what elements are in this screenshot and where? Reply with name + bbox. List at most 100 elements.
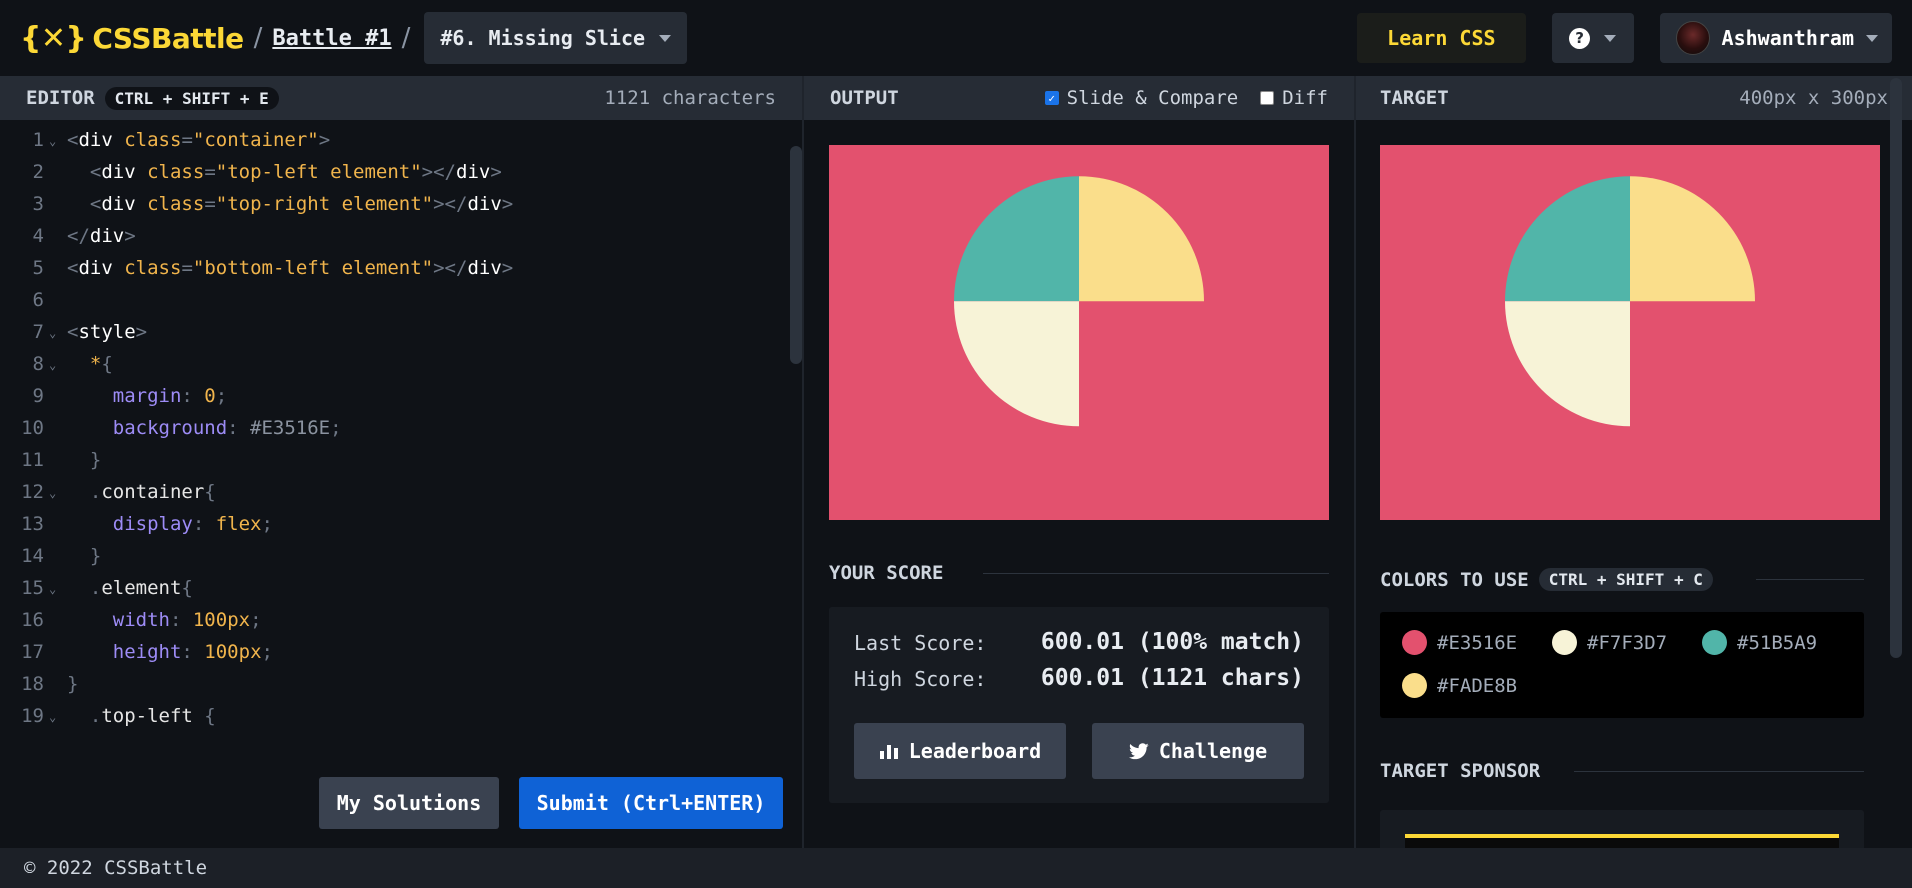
output-header: OUTPUT ✓ Slide & Compare Diff xyxy=(804,76,1354,120)
code-line[interactable]: 17 height: 100px; xyxy=(0,636,780,668)
code-line[interactable]: 10 background: #E3516E; xyxy=(0,412,780,444)
breadcrumb-separator: / xyxy=(253,23,263,53)
color-dot xyxy=(1402,630,1427,655)
last-score-value: 600.01 (100% match) xyxy=(1040,629,1304,655)
fold-chevron-icon[interactable]: ⌄ xyxy=(49,701,56,733)
target-canvas[interactable] xyxy=(1380,145,1880,520)
color-swatch[interactable]: #F7F3D7 xyxy=(1552,630,1667,655)
character-count: 1121 characters xyxy=(604,87,776,109)
line-number: 4 xyxy=(32,225,44,247)
code-line[interactable]: 3 <div class="top-right element"></div> xyxy=(0,188,780,220)
colors-panel: #E3516E #F7F3D7 #51B5A9 #FADE8B xyxy=(1380,612,1864,718)
line-number: 2 xyxy=(32,161,44,183)
challenge-button[interactable]: Challenge xyxy=(1092,723,1304,779)
code-line[interactable]: 13 display: flex; xyxy=(0,508,780,540)
chevron-down-icon xyxy=(1866,34,1878,42)
output-shape xyxy=(954,176,1204,427)
editor-actions: My Solutions Submit (Ctrl+ENTER) xyxy=(0,777,802,829)
code-text: </div> xyxy=(67,225,136,247)
avatar xyxy=(1675,21,1710,55)
code-line[interactable]: 14 } xyxy=(0,540,780,572)
footer: © 2022 CSSBattle xyxy=(0,848,1912,888)
line-number: 19 xyxy=(21,705,44,727)
code-line[interactable]: 16 width: 100px; xyxy=(0,604,780,636)
leaderboard-label: Leaderboard xyxy=(908,739,1042,763)
diff-toggle[interactable]: Diff xyxy=(1260,87,1328,109)
target-select-label: #6. Missing Slice xyxy=(440,26,646,50)
color-swatch[interactable]: #51B5A9 xyxy=(1702,630,1817,655)
high-score-value: 600.01 (1121 chars) xyxy=(1040,665,1304,691)
diff-checkbox[interactable] xyxy=(1260,91,1275,105)
line-number: 15 xyxy=(21,577,44,599)
twitter-icon xyxy=(1128,742,1149,759)
bar-chart-icon xyxy=(879,745,898,759)
page-scrollbar[interactable] xyxy=(1890,78,1902,658)
line-number: 17 xyxy=(21,641,44,663)
code-text: height: 100px; xyxy=(112,641,273,663)
logo-text: CSSBattle xyxy=(92,21,244,55)
chevron-down-icon xyxy=(1604,34,1617,42)
code-text: margin: 0; xyxy=(112,385,228,407)
code-text: <style> xyxy=(67,321,148,343)
code-text: <div class="top-right element"></div> xyxy=(67,193,514,215)
colors-shortcut-badge: CTRL + SHIFT + C xyxy=(1538,568,1713,591)
code-line[interactable]: 11 } xyxy=(0,444,780,476)
editor-scrollbar[interactable] xyxy=(790,146,802,364)
code-text: *{ xyxy=(89,353,113,375)
code-line[interactable]: 8 ⌄ *{ xyxy=(0,348,780,380)
code-editor[interactable]: 1 ⌄ <div class="container"> 2 <div class="t… xyxy=(0,120,802,848)
colors-title: COLORS TO USE CTRL + SHIFT + C xyxy=(1380,568,1713,591)
code-text: } xyxy=(67,545,102,567)
diff-label: Diff xyxy=(1282,87,1328,109)
my-solutions-button[interactable]: My Solutions xyxy=(319,777,499,829)
code-text: width: 100px; xyxy=(112,609,262,631)
line-number: 8 xyxy=(32,353,44,375)
slide-compare-label: Slide & Compare xyxy=(1066,87,1239,109)
breadcrumb-separator: / xyxy=(401,23,411,53)
code-line[interactable]: 9 margin: 0; xyxy=(0,380,780,412)
fold-chevron-icon[interactable]: ⌄ xyxy=(49,349,56,381)
line-number: 18 xyxy=(21,673,44,695)
code-line[interactable]: 7 ⌄ <style> xyxy=(0,316,780,348)
code-text: } xyxy=(67,673,79,695)
sponsor-title: TARGET SPONSOR xyxy=(1380,760,1541,782)
question-icon: ? xyxy=(1569,27,1591,49)
code-text: <div class="container"> xyxy=(67,129,331,151)
panel-divider[interactable] xyxy=(802,76,804,848)
line-number: 16 xyxy=(21,609,44,631)
output-title: OUTPUT xyxy=(830,87,899,109)
code-line[interactable]: 2 <div class="top-left element"></div> xyxy=(0,156,780,188)
leaderboard-button[interactable]: Leaderboard xyxy=(854,723,1066,779)
fold-chevron-icon[interactable]: ⌄ xyxy=(49,477,56,509)
help-menu-button[interactable]: ? xyxy=(1551,13,1634,63)
user-menu-button[interactable]: Ashwanthram xyxy=(1659,13,1892,63)
target-header: TARGET 400px x 300px xyxy=(1356,76,1912,120)
fold-chevron-icon[interactable]: ⌄ xyxy=(49,125,56,157)
code-line[interactable]: 18} xyxy=(0,668,780,700)
output-canvas[interactable] xyxy=(829,145,1329,520)
code-line[interactable]: 19 ⌄ .top-left { xyxy=(0,700,780,732)
code-text: } xyxy=(67,449,102,471)
submit-button[interactable]: Submit (Ctrl+ENTER) xyxy=(519,777,783,829)
code-line[interactable]: 6 xyxy=(0,284,780,316)
color-dot xyxy=(1702,630,1727,655)
panel-divider[interactable] xyxy=(1354,76,1356,848)
logo[interactable]: {✕} CSSBattle xyxy=(20,21,244,56)
code-line[interactable]: 4 </div> xyxy=(0,220,780,252)
slide-compare-toggle[interactable]: ✓ Slide & Compare xyxy=(1044,87,1239,109)
code-line[interactable]: 5 <div class="bottom-left element"></div> xyxy=(0,252,780,284)
target-select-dropdown[interactable]: #6. Missing Slice xyxy=(424,12,688,64)
code-line[interactable]: 12 ⌄ .container{ xyxy=(0,476,780,508)
code-line[interactable]: 1 ⌄ <div class="container"> xyxy=(0,124,780,156)
fold-chevron-icon[interactable]: ⌄ xyxy=(49,573,56,605)
chevron-down-icon xyxy=(659,34,672,42)
score-panel: Last Score: 600.01 (100% match) High Sco… xyxy=(829,607,1329,803)
battle-link[interactable]: Battle #1 xyxy=(272,26,391,51)
color-swatch[interactable]: #E3516E xyxy=(1402,630,1517,655)
fold-chevron-icon[interactable]: ⌄ xyxy=(49,317,56,349)
code-text: <div class="bottom-left element"></div> xyxy=(67,257,514,279)
slide-compare-checkbox[interactable]: ✓ xyxy=(1044,91,1059,105)
code-line[interactable]: 15 ⌄ .element{ xyxy=(0,572,780,604)
learn-css-button[interactable]: Learn CSS xyxy=(1357,13,1526,63)
color-swatch[interactable]: #FADE8B xyxy=(1402,673,1517,698)
